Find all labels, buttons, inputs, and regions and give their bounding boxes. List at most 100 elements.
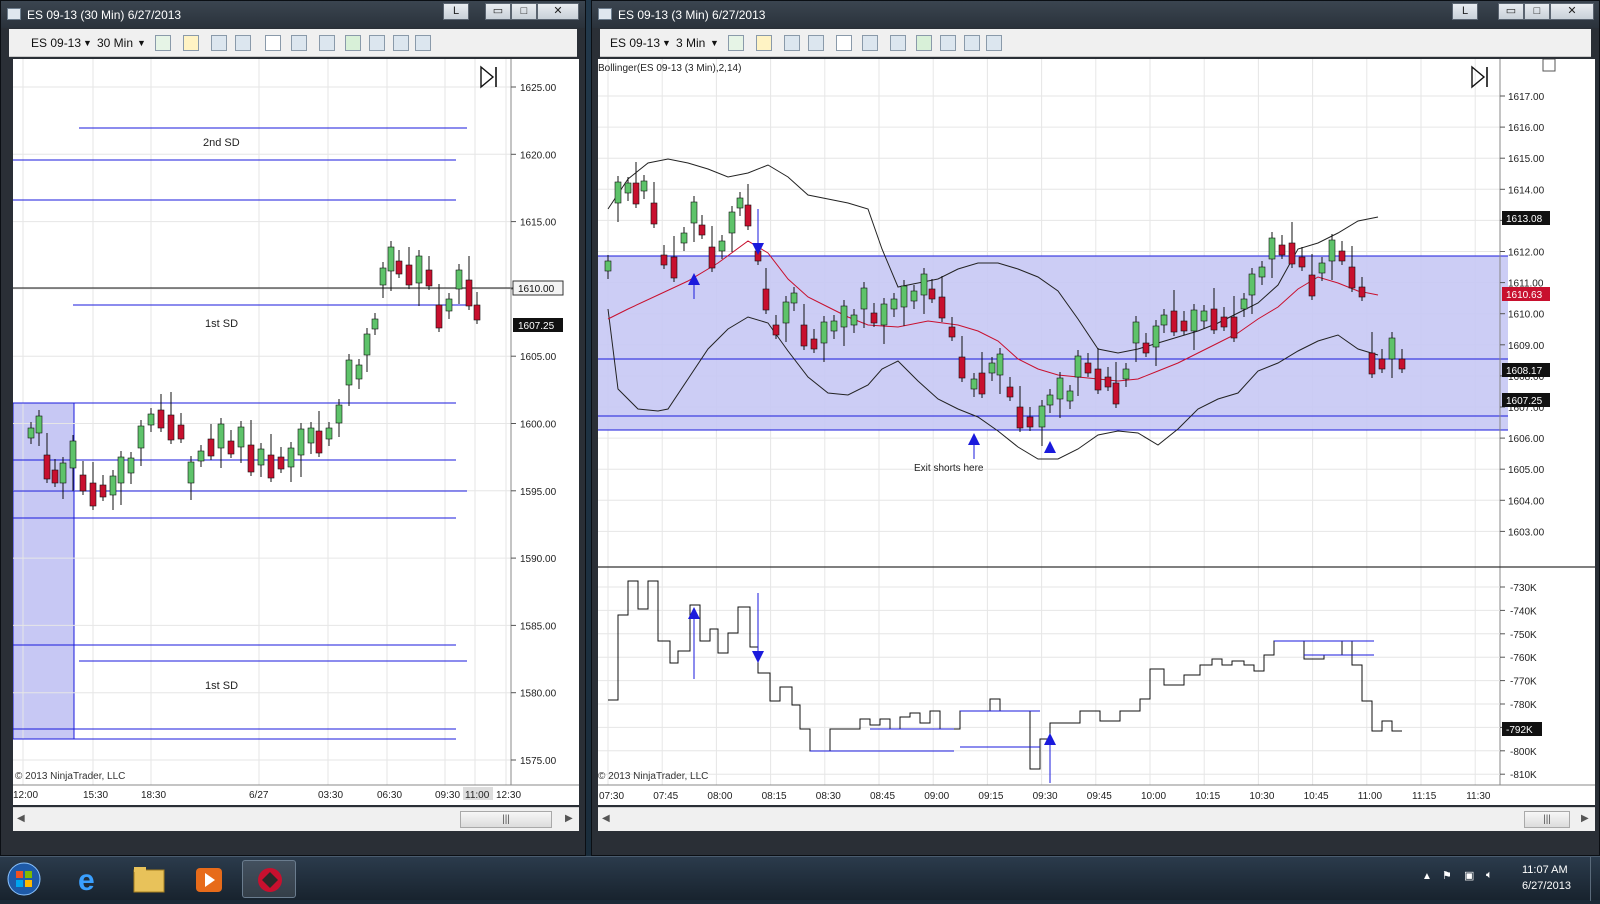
remove-draw-icon[interactable] — [808, 35, 824, 51]
svg-text:e: e — [78, 864, 95, 897]
network-icon[interactable]: ▣ — [1464, 869, 1474, 882]
close-button[interactable]: ✕ — [1550, 3, 1594, 20]
candle — [137, 425, 145, 449]
data-box-icon[interactable] — [986, 35, 1002, 51]
volume-icon[interactable]: 🔈︎ — [1486, 869, 1493, 882]
chevron-up-icon[interactable]: ▲ — [1422, 871, 1432, 882]
internet-explorer-icon[interactable]: e — [62, 860, 116, 898]
candle — [355, 364, 363, 380]
candle — [445, 298, 453, 312]
properties-icon[interactable] — [890, 35, 906, 51]
link-button[interactable]: L — [1452, 3, 1478, 20]
chevron-down-icon[interactable]: ▼ — [137, 34, 146, 52]
price-tick-label: 1600.00 — [520, 420, 557, 431]
close-button[interactable]: ✕ — [537, 3, 579, 20]
draw-tools-icon[interactable] — [784, 35, 800, 51]
minimize-button[interactable]: ▭ — [485, 3, 511, 20]
candle — [1122, 368, 1130, 380]
start-button[interactable] — [2, 860, 46, 898]
interval-selector[interactable]: 30 Min — [97, 34, 133, 52]
scroll-left-icon[interactable]: ◀ — [602, 813, 610, 824]
jump-to-end-icon[interactable] — [1471, 65, 1488, 89]
bar-type-icon[interactable] — [728, 35, 744, 51]
candle — [379, 267, 387, 286]
price-tick-label: 1615.00 — [520, 218, 557, 229]
interval-selector[interactable]: 3 Min — [676, 34, 705, 52]
templates-icon[interactable] — [964, 35, 980, 51]
scroll-right-icon[interactable]: ▶ — [1581, 813, 1589, 824]
draw-pencil-icon[interactable] — [183, 35, 199, 51]
indicators-icon[interactable] — [916, 35, 932, 51]
title-bar[interactable]: ES 09-13 (30 Min) 6/27/2013 L ▭ □ ✕ — [1, 1, 585, 28]
candle — [1308, 274, 1316, 297]
instrument-selector[interactable]: ES 09-13 — [31, 34, 81, 52]
clock-date[interactable]: 6/27/2013 — [1522, 880, 1571, 892]
folder-icon[interactable] — [122, 860, 176, 898]
flag-icon[interactable]: ⚑ — [1442, 869, 1452, 882]
candle — [996, 353, 1004, 376]
chevron-down-icon[interactable]: ▼ — [662, 34, 671, 52]
remove-draw-icon[interactable] — [235, 35, 251, 51]
desktop: ES 09-13 (30 Min) 6/27/2013 L ▭ □ ✕ ES 0… — [0, 0, 1600, 901]
candle — [59, 462, 67, 484]
candle — [800, 324, 808, 347]
taskbar: e ▲ ⚑ ▣ 🔈︎ 11:07 AM 6/27/2013 — [0, 856, 1600, 901]
candle — [810, 338, 818, 350]
link-button[interactable]: L — [443, 3, 469, 20]
jump-to-end-icon[interactable] — [480, 65, 497, 89]
candle — [970, 378, 978, 390]
properties-icon[interactable] — [319, 35, 335, 51]
price-marker-label: 1610.00 — [518, 284, 555, 295]
volume-tick-label: -740K — [1510, 606, 1537, 617]
zoom-icon[interactable] — [291, 35, 307, 51]
price-chart-30min[interactable]: 2nd SD 1st SD 1st SD 1625.00 1620.00 1615.… — [12, 59, 579, 805]
draw-pencil-icon[interactable] — [756, 35, 772, 51]
indicators-icon[interactable] — [345, 35, 361, 51]
title-bar[interactable]: ES 09-13 (3 Min) 6/27/2013 L ▭ □ ✕ — [592, 1, 1599, 28]
show-desktop-button[interactable] — [1590, 857, 1600, 901]
candle — [117, 456, 125, 484]
candle — [948, 326, 956, 338]
maximize-button[interactable]: □ — [511, 3, 537, 20]
media-player-icon[interactable] — [182, 860, 236, 898]
candle — [1240, 298, 1248, 310]
scroll-thumb[interactable]: ||| — [460, 811, 552, 828]
candle — [147, 413, 155, 426]
candle — [1180, 320, 1188, 332]
data-box-icon[interactable] — [415, 35, 431, 51]
panel-toggle-icon[interactable] — [1542, 58, 1556, 72]
horizontal-scrollbar[interactable]: ◀ ||| ▶ — [598, 807, 1595, 831]
chevron-down-icon[interactable]: ▼ — [83, 34, 92, 52]
candle — [207, 438, 215, 457]
time-tick-label: 10:30 — [1249, 791, 1274, 802]
price-tick-label: 1603.00 — [1508, 527, 1545, 538]
time-tick-label: 15:30 — [83, 790, 108, 801]
templates-icon[interactable] — [393, 35, 409, 51]
scroll-left-icon[interactable]: ◀ — [17, 813, 25, 824]
candle — [387, 246, 395, 272]
time-tick-label: 6/27 — [249, 790, 269, 801]
price-tick-label: 1614.00 — [1508, 185, 1545, 196]
horizontal-scrollbar[interactable]: ◀ ||| ▶ — [13, 807, 579, 831]
ninjatrader-icon[interactable] — [242, 860, 296, 898]
strategies-icon[interactable] — [369, 35, 385, 51]
candle — [335, 404, 343, 424]
strategies-icon[interactable] — [940, 35, 956, 51]
scroll-thumb[interactable]: ||| — [1524, 811, 1570, 828]
minimize-button[interactable]: ▭ — [1498, 3, 1524, 20]
scroll-right-icon[interactable]: ▶ — [565, 813, 573, 824]
candle — [395, 260, 403, 275]
candle — [860, 287, 868, 310]
chevron-down-icon[interactable]: ▼ — [710, 34, 719, 52]
bar-type-icon[interactable] — [155, 35, 171, 51]
crosshair-icon[interactable] — [836, 35, 852, 51]
crosshair-icon[interactable] — [265, 35, 281, 51]
maximize-button[interactable]: □ — [1524, 3, 1550, 20]
candle — [670, 256, 678, 279]
clock-time[interactable]: 11:07 AM — [1522, 864, 1568, 876]
price-chart-3min[interactable]: Exit shorts here Bollinger(ES 09-13 (3 M… — [598, 58, 1595, 805]
draw-tools-icon[interactable] — [211, 35, 227, 51]
candle — [1268, 237, 1276, 260]
zoom-icon[interactable] — [862, 35, 878, 51]
instrument-selector[interactable]: ES 09-13 — [610, 34, 660, 52]
